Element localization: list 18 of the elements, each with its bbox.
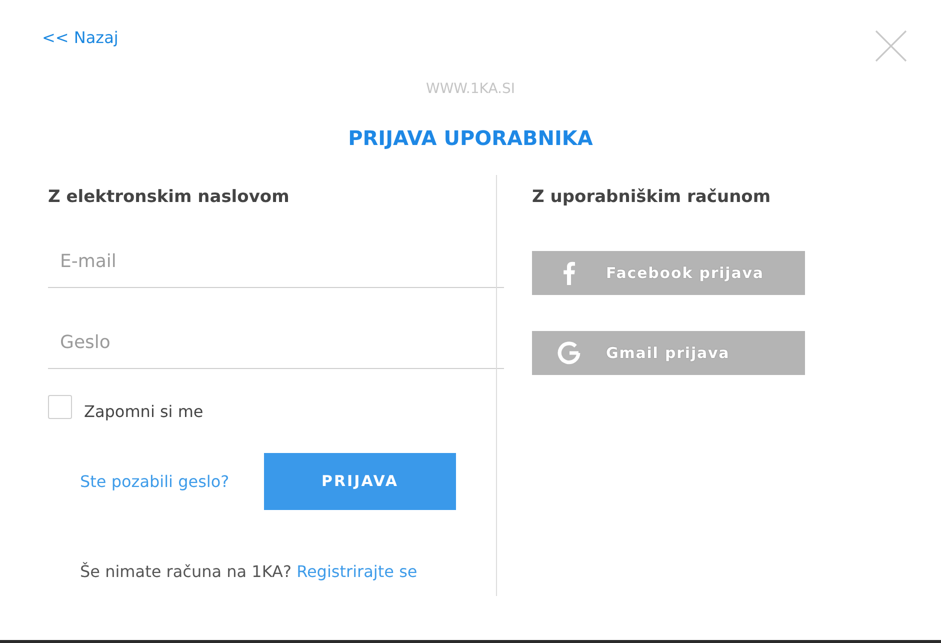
google-g-icon xyxy=(557,341,581,365)
close-icon[interactable] xyxy=(875,30,907,62)
site-address: WWW.1KA.SI xyxy=(426,80,515,98)
password-field[interactable]: Geslo xyxy=(48,316,504,369)
register-prompt: Še nimate računa na 1KA? Registrirajte se xyxy=(80,562,418,582)
back-link[interactable]: << Nazaj xyxy=(42,28,118,48)
email-field[interactable]: E-mail xyxy=(48,235,504,288)
checkbox[interactable] xyxy=(48,395,72,419)
login-button[interactable]: PRIJAVA xyxy=(264,453,456,510)
forgot-password-link[interactable]: Ste pozabili geslo? xyxy=(80,472,230,492)
facebook-f-icon xyxy=(563,261,575,285)
section-heading: Z uporabniškim računom xyxy=(532,186,771,208)
register-link[interactable]: Registrirajte se xyxy=(296,562,418,581)
facebook-login-button[interactable]: Facebook prijava xyxy=(532,251,805,295)
remember-label: Zapomni si me xyxy=(84,402,204,422)
google-login-button[interactable]: Gmail prijava xyxy=(532,331,805,375)
section-heading: Z elektronskim naslovom xyxy=(48,186,290,208)
dialog-title: PRIJAVA UPORABNIKA xyxy=(348,126,593,150)
